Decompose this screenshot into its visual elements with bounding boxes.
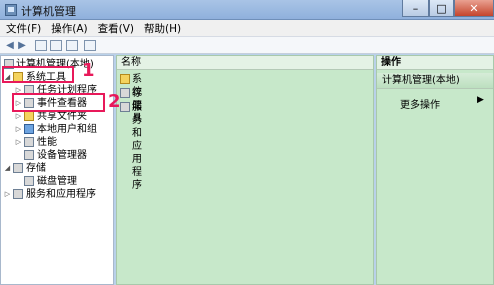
show-tree-icon[interactable]: [50, 40, 62, 51]
annotation-box-2: [12, 93, 105, 112]
menu-action[interactable]: 操作(A): [45, 21, 91, 36]
tools-icon: [120, 74, 130, 84]
properties-icon[interactable]: [66, 40, 78, 51]
actions-section-title[interactable]: 计算机管理(本地): [377, 73, 493, 89]
services-icon: [13, 189, 23, 199]
collapse-icon[interactable]: ◢: [4, 162, 11, 175]
performance-icon: [24, 137, 34, 147]
menu-view[interactable]: 查看(V): [92, 21, 138, 36]
actions-pane: 操作 计算机管理(本地) 更多操作 ▶: [376, 55, 494, 285]
expand-icon[interactable]: ▷: [4, 188, 11, 201]
help-icon[interactable]: [84, 40, 96, 51]
chevron-right-icon[interactable]: ▶: [477, 95, 484, 105]
up-folder-icon[interactable]: [35, 40, 47, 51]
users-icon: [24, 124, 34, 134]
minimize-button[interactable]: –: [402, 0, 429, 17]
services-icon: [120, 102, 130, 112]
shared-folder-icon: [24, 111, 34, 121]
window-title: 计算机管理: [21, 5, 76, 18]
annotation-number-2: 2: [108, 91, 121, 112]
close-button[interactable]: ✕: [454, 0, 494, 17]
column-header-name[interactable]: 名称: [117, 56, 373, 70]
computer-management-icon: [5, 4, 17, 16]
menu-file[interactable]: 文件(F): [0, 21, 45, 36]
device-manager-icon: [24, 150, 34, 160]
annotation-box-1: [2, 66, 74, 83]
annotation-number-1: 1: [82, 60, 95, 81]
title-bar: 计算机管理 – □ ✕: [0, 0, 494, 20]
forward-arrow-icon[interactable]: ▶: [16, 40, 28, 51]
expand-icon[interactable]: ▷: [15, 123, 22, 136]
menu-help[interactable]: 帮助(H): [138, 21, 185, 36]
expand-icon[interactable]: ▷: [15, 136, 22, 149]
navigation-tree: 计算机管理(本地) ◢ 系统工具 ▷ 任务计划程序 ▷ 事件查看器 ▷ 共享文件…: [0, 55, 114, 285]
storage-icon: [13, 163, 23, 173]
menu-bar: 文件(F) 操作(A) 查看(V) 帮助(H): [0, 20, 494, 37]
content-list: 名称 系统工具 存储 服务和应用程序: [116, 55, 374, 285]
disk-icon: [24, 176, 34, 186]
back-arrow-icon[interactable]: ◀: [4, 40, 16, 51]
actions-header: 操作: [377, 56, 493, 70]
maximize-button[interactable]: □: [429, 0, 454, 17]
storage-icon: [120, 88, 130, 98]
toolbar: ◀ ▶: [0, 37, 494, 54]
more-actions-link[interactable]: 更多操作: [400, 96, 440, 111]
